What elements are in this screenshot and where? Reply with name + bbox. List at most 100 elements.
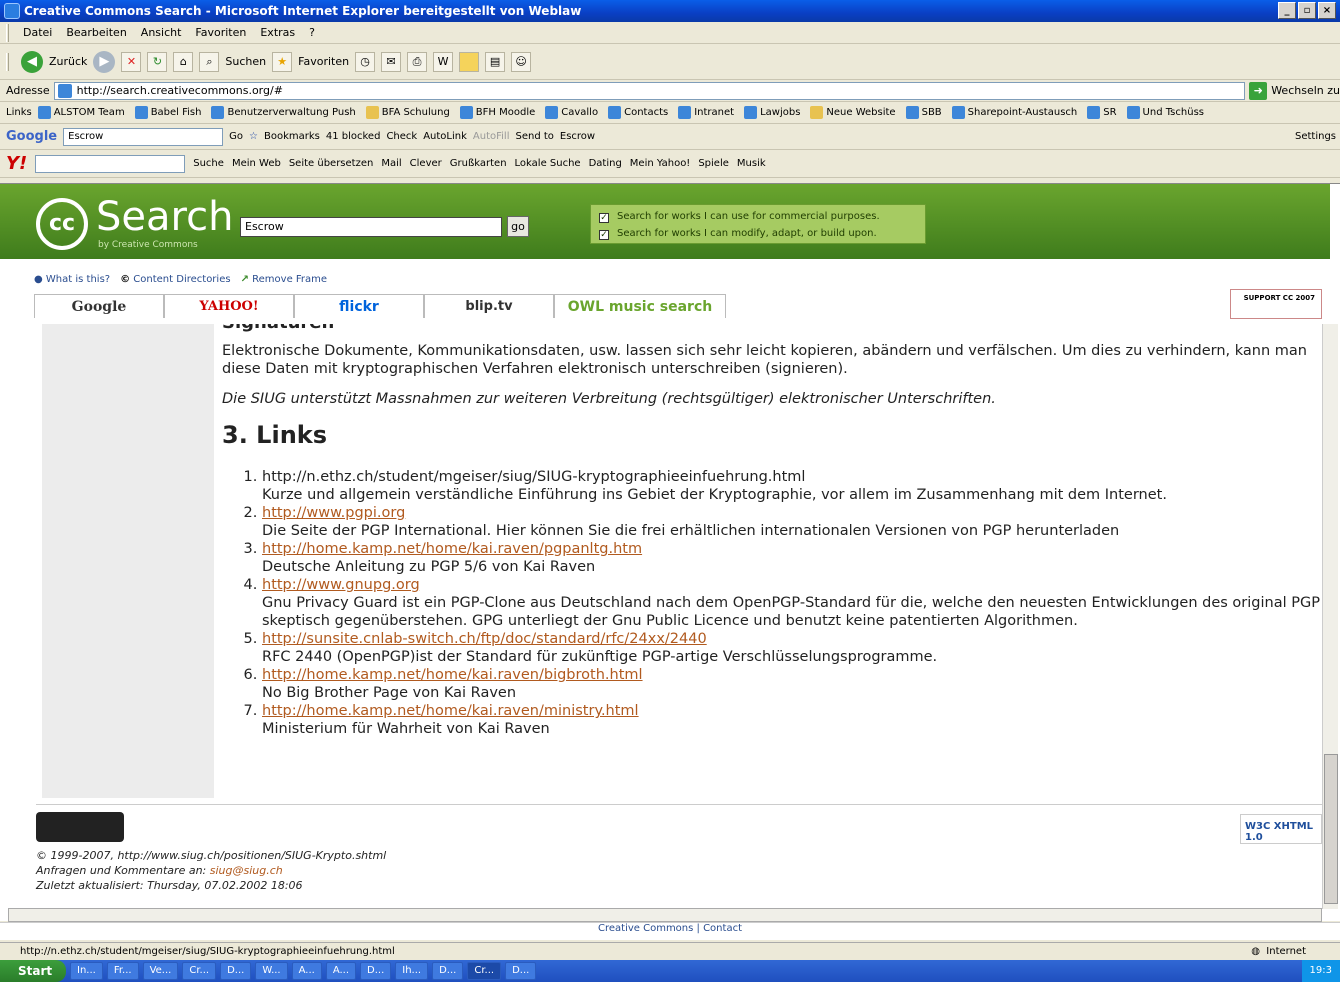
w3c-xhtml-badge[interactable]: W3C XHTML 1.0 [1240,814,1322,844]
task-button[interactable]: Ih... [395,962,429,980]
menu-ansicht[interactable]: Ansicht [141,26,182,39]
task-button[interactable]: D... [360,962,392,980]
link-url[interactable]: http://www.pgpi.org [262,505,405,521]
link-alstom[interactable]: ALSTOM Team [37,106,125,119]
menu-extras[interactable]: Extras [260,26,295,39]
search-button[interactable]: Suchen [225,55,266,68]
autofill-button[interactable]: AutoFill [473,131,510,142]
forward-arrow-icon[interactable]: ▶ [93,50,116,73]
task-button[interactable]: In... [70,962,103,980]
start-button[interactable]: Start [0,960,66,982]
research-icon[interactable]: ▤ [485,51,506,72]
task-button[interactable]: D... [220,962,252,980]
menu-bearbeiten[interactable]: Bearbeiten [66,26,126,39]
menu-favoriten[interactable]: Favoriten [195,26,246,39]
yahoo-item-local[interactable]: Lokale Suche [515,158,581,169]
task-button[interactable]: A... [291,962,322,980]
task-button[interactable]: A... [325,962,357,980]
link-url[interactable]: http://home.kamp.net/home/kai.raven/pgpa… [262,541,642,557]
bookmarks-button[interactable]: Bookmarks [264,131,320,142]
menu-datei[interactable]: Datei [23,26,52,39]
link-bfa[interactable]: BFA Schulung [365,106,450,119]
link-bfh[interactable]: BFH Moodle [459,106,535,119]
close-button[interactable]: × [1318,2,1336,19]
email-link[interactable]: siug@siug.ch [210,864,283,877]
print-icon[interactable]: ⎙ [407,51,428,72]
home-icon[interactable]: ⌂ [173,51,194,72]
menu-help[interactable]: ? [309,26,315,39]
folder-icon[interactable] [459,51,480,72]
stop-icon[interactable]: ✕ [121,51,142,72]
spell-check-button[interactable]: Check [386,131,417,142]
vertical-scrollbar[interactable] [1322,324,1338,909]
go-button[interactable]: Wechseln zu [1271,84,1340,97]
favorites-star-icon[interactable]: ★ [272,51,293,72]
link-sr[interactable]: SR [1087,106,1117,119]
yahoo-item-music[interactable]: Musik [737,158,766,169]
link-contacts[interactable]: Contacts [608,106,668,119]
cc-by-sa-license-icon[interactable] [36,812,124,842]
settings-button[interactable]: Settings [1295,131,1336,142]
messenger-icon[interactable]: ☺ [511,51,532,72]
horizontal-scrollbar[interactable] [8,908,1322,922]
address-input[interactable]: http://search.creativecommons.org/# [53,81,1246,100]
content-directories-link[interactable]: © Content Directories [120,274,230,285]
task-button[interactable]: Fr... [106,962,139,980]
link-url[interactable]: http://n.ethz.ch/student/mgeiser/siug/SI… [262,469,805,485]
send-to-button[interactable]: Send to [515,131,553,142]
minimize-button[interactable]: _ [1278,2,1296,19]
link-url[interactable]: http://home.kamp.net/home/kai.raven/bigb… [262,667,643,683]
task-button[interactable]: D... [432,962,464,980]
refresh-icon[interactable]: ↻ [147,51,168,72]
task-button[interactable]: W... [255,962,288,980]
yahoo-item-games[interactable]: Spiele [698,158,729,169]
link-neue-website[interactable]: Neue Website [810,106,896,119]
yahoo-item-clever[interactable]: Clever [410,158,442,169]
maximize-button[interactable]: ▫ [1298,2,1316,19]
mail-icon[interactable]: ✉ [381,51,402,72]
task-button[interactable]: D... [505,962,537,980]
link-url[interactable]: http://home.kamp.net/home/kai.raven/mini… [262,703,639,719]
link-benutzerverwaltung[interactable]: Benutzerverwaltung Push [211,106,356,119]
yahoo-search-button[interactable]: Suche [193,158,224,169]
link-url[interactable]: http://sunsite.cnlab-switch.ch/ftp/doc/s… [262,631,707,647]
checkbox-commercial[interactable]: ✓ [599,213,609,223]
yahoo-item-translate[interactable]: Seite übersetzen [289,158,374,169]
link-lawjobs[interactable]: Lawjobs [744,106,800,119]
support-cc-badge[interactable]: SUPPORT CC 2007 [1230,289,1322,319]
yahoo-item-cards[interactable]: Grußkarten [450,158,507,169]
what-is-this-link[interactable]: ● What is this? [34,274,110,285]
task-button[interactable]: Cr... [182,962,217,980]
yahoo-item-web[interactable]: Mein Web [232,158,281,169]
tab-bliptv[interactable]: blip.tv [424,294,554,318]
commercial-option[interactable]: ✓ Search for works I can use for commerci… [599,208,917,225]
scroll-thumb[interactable] [1324,754,1338,904]
tab-flickr[interactable]: flickr [294,294,424,318]
checkbox-modify[interactable]: ✓ [599,230,609,240]
go-arrow-icon[interactable]: ➜ [1249,81,1268,100]
tab-yahoo[interactable]: YAHOO! [164,294,294,318]
cc-go-button[interactable]: go [507,216,529,237]
history-icon[interactable]: ◷ [355,51,376,72]
link-intranet[interactable]: Intranet [678,106,734,119]
yahoo-item-dating[interactable]: Dating [589,158,622,169]
popup-blocked-button[interactable]: 41 blocked [326,131,381,142]
back-arrow-icon[interactable]: ◀ [21,50,43,73]
link-tschuess[interactable]: Und Tschüss [1126,106,1204,119]
back-button[interactable]: Zurück [49,55,87,68]
yahoo-search-input[interactable] [35,154,186,173]
escrow-search-button[interactable]: Escrow [560,131,595,142]
cc-bottom-bar[interactable]: Creative Commons | Contact [0,922,1340,940]
link-cavallo[interactable]: Cavallo [545,106,598,119]
autolink-button[interactable]: AutoLink [423,131,467,142]
tab-owl[interactable]: OWL music search [554,294,726,318]
cc-search-input[interactable]: Escrow [240,217,502,237]
task-button-active[interactable]: Cr... [467,962,502,980]
search-icon[interactable]: ⌕ [199,51,220,72]
yahoo-item-mail[interactable]: Mail [381,158,401,169]
edit-icon[interactable]: W [433,51,454,72]
remove-frame-link[interactable]: ↗ Remove Frame [241,274,328,285]
link-babelfish[interactable]: Babel Fish [134,106,201,119]
link-sbb[interactable]: SBB [905,106,942,119]
yahoo-item-my-yahoo[interactable]: Mein Yahoo! [630,158,691,169]
